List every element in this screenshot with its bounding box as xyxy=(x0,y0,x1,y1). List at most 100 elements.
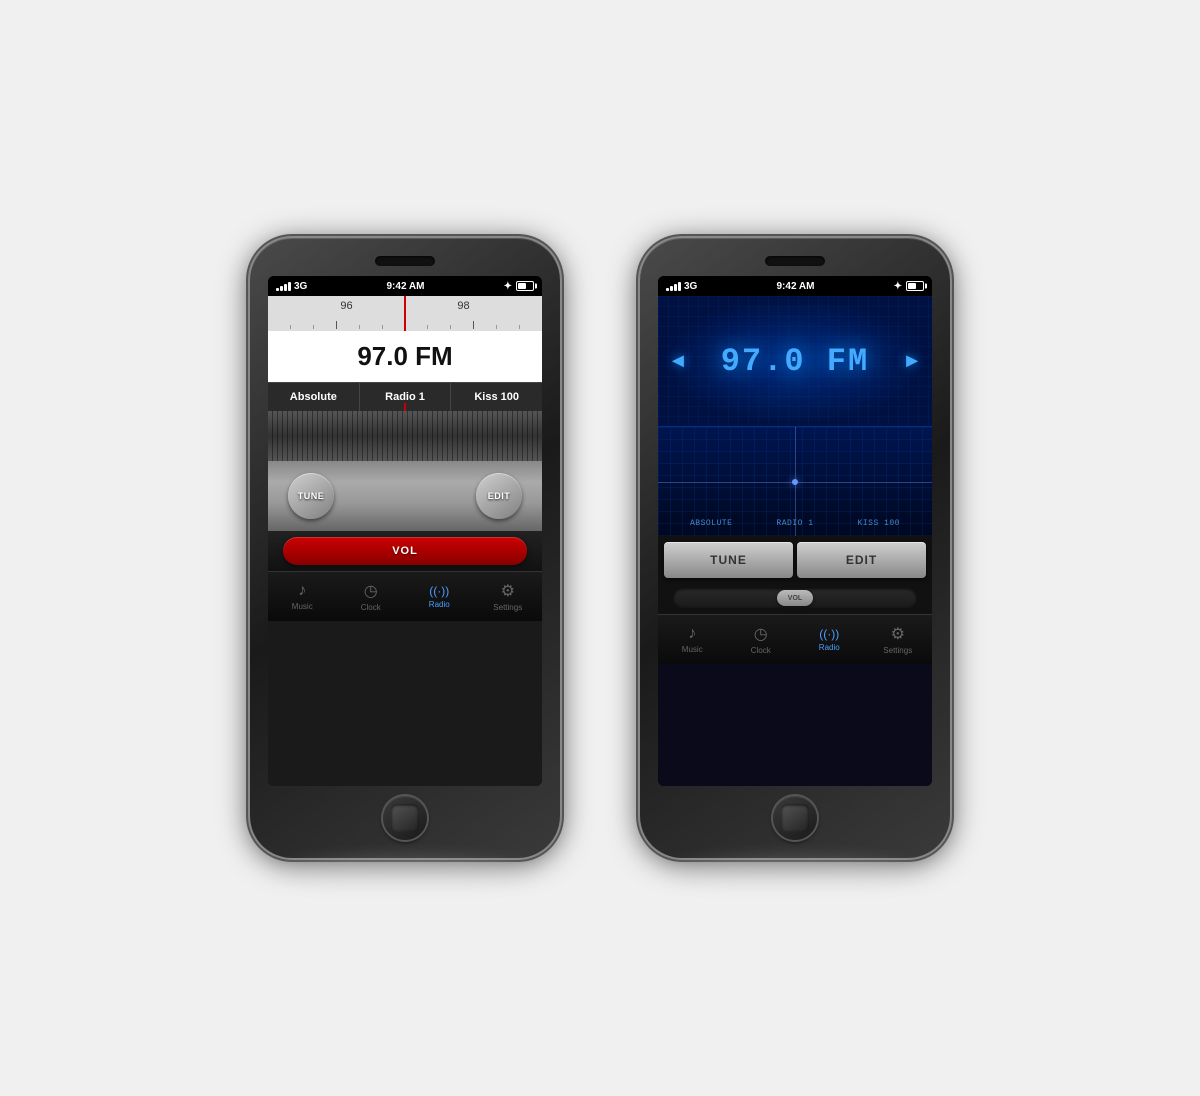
scale-num-96: 96 xyxy=(340,300,352,312)
home-button-inner-right xyxy=(781,804,809,832)
music-icon-left: ♪ xyxy=(298,582,306,600)
tab-music-left[interactable]: ♪ Music xyxy=(268,572,337,621)
app-content-right: ◄ 97.0 FM ► ABSOLUTE RADIO 1 KISS 100 xyxy=(658,296,932,786)
network-label: 3G xyxy=(294,281,307,292)
signal-bar-r2 xyxy=(670,286,673,291)
tuner-needle xyxy=(404,296,406,331)
tab-clock-right[interactable]: ◷ Clock xyxy=(727,615,796,664)
settings-icon-right: ⚙ xyxy=(891,624,905,644)
scale-num-98: 98 xyxy=(457,300,469,312)
vol-label: VOL xyxy=(392,545,418,557)
blue-preset-absolute[interactable]: ABSOLUTE xyxy=(690,519,732,528)
tab-settings-right[interactable]: ⚙ Settings xyxy=(864,615,933,664)
left-screen: 3G 9:42 AM ✦ 96 98 xyxy=(268,276,542,786)
music-label-left: Music xyxy=(292,602,313,611)
tick xyxy=(290,325,291,329)
radio-icon-right: ((·)) xyxy=(819,627,839,641)
home-button-inner-left xyxy=(391,804,419,832)
tick xyxy=(450,325,451,329)
time-display-right: 9:42 AM xyxy=(776,281,814,292)
clock-icon-right: ◷ xyxy=(754,624,768,644)
tick xyxy=(382,325,383,329)
settings-icon-left: ⚙ xyxy=(501,581,515,601)
battery-icon-right xyxy=(906,281,924,291)
signal-bar-r4 xyxy=(678,282,681,291)
edit-button[interactable]: EDIT xyxy=(476,473,522,519)
tune-button[interactable]: TUNE xyxy=(288,473,334,519)
right-iphone: 3G 9:42 AM ✦ ◄ 97.0 FM ► xyxy=(640,238,950,858)
battery-icon xyxy=(516,281,534,291)
tick xyxy=(519,325,520,329)
freq-arrow-left[interactable]: ◄ xyxy=(668,350,688,373)
vol-section: VOL xyxy=(268,531,542,571)
blue-presets-panel: ABSOLUTE RADIO 1 KISS 100 xyxy=(658,426,932,536)
tick xyxy=(473,321,474,329)
bluetooth-icon: ✦ xyxy=(504,281,512,292)
presets-bar: Absolute Radio 1 Kiss 100 xyxy=(268,382,542,411)
clock-label-left: Clock xyxy=(361,603,381,612)
signal-dot xyxy=(792,479,798,485)
preset-radio1[interactable]: Radio 1 xyxy=(360,383,452,411)
signal-bar-r1 xyxy=(666,288,669,291)
tab-bar-left: ♪ Music ◷ Clock ((·)) Radio ⚙ Settings xyxy=(268,571,542,621)
signal-bars-right xyxy=(666,281,681,291)
tab-settings-left[interactable]: ⚙ Settings xyxy=(474,572,543,621)
clock-icon-left: ◷ xyxy=(364,581,378,601)
tab-radio-right[interactable]: ((·)) Radio xyxy=(795,615,864,664)
signal-bar-4 xyxy=(288,282,291,291)
music-icon-right: ♪ xyxy=(688,625,696,643)
tab-radio-left[interactable]: ((·)) Radio xyxy=(405,572,474,621)
blue-frequency-display: ◄ 97.0 FM ► xyxy=(658,296,932,426)
status-right: ✦ xyxy=(504,281,534,292)
signal-bar-3 xyxy=(284,284,287,291)
clock-label-right: Clock xyxy=(751,646,771,655)
status-bar-right: 3G 9:42 AM ✦ xyxy=(658,276,932,296)
bluetooth-icon-right: ✦ xyxy=(894,281,902,292)
page-container: 3G 9:42 AM ✦ 96 98 xyxy=(210,198,990,898)
tick xyxy=(359,325,360,329)
blue-preset-radio1[interactable]: RADIO 1 xyxy=(776,519,813,528)
blue-freq-text: 97.0 FM xyxy=(721,343,869,380)
tab-bar-right: ♪ Music ◷ Clock ((·)) Radio ⚙ Settings xyxy=(658,614,932,664)
radio-icon-left: ((·)) xyxy=(429,584,449,598)
settings-label-right: Settings xyxy=(883,646,912,655)
signal-bar-r3 xyxy=(674,284,677,291)
frequency-scale: 96 98 xyxy=(268,296,542,331)
tick xyxy=(427,325,428,329)
signal-bar-2 xyxy=(280,286,283,291)
blue-vol-track[interactable]: VOL xyxy=(673,588,917,608)
blue-vol-section: VOL xyxy=(658,584,932,614)
left-iphone: 3G 9:42 AM ✦ 96 98 xyxy=(250,238,560,858)
radio-label-right: Radio xyxy=(819,643,840,652)
signal-bar-1 xyxy=(276,288,279,291)
right-screen: 3G 9:42 AM ✦ ◄ 97.0 FM ► xyxy=(658,276,932,786)
blue-vol-thumb[interactable]: VOL xyxy=(777,590,813,606)
home-button-right[interactable] xyxy=(773,796,817,840)
controls-row: TUNE EDIT xyxy=(268,461,542,531)
tick xyxy=(313,325,314,329)
home-button-left[interactable] xyxy=(383,796,427,840)
blue-vol-label: VOL xyxy=(788,595,802,602)
frequency-display: 97.0 FM xyxy=(268,331,542,382)
music-label-right: Music xyxy=(682,645,703,654)
battery-fill xyxy=(518,283,526,289)
earpiece xyxy=(375,256,435,266)
blue-edit-button[interactable]: EDIT xyxy=(797,542,926,578)
status-left: 3G xyxy=(276,281,307,292)
freq-arrow-right[interactable]: ► xyxy=(902,350,922,373)
tab-music-right[interactable]: ♪ Music xyxy=(658,615,727,664)
vol-track[interactable]: VOL xyxy=(283,537,527,565)
settings-label-left: Settings xyxy=(493,603,522,612)
battery-fill-right xyxy=(908,283,916,289)
status-right-right: ✦ xyxy=(894,281,924,292)
blue-preset-kiss100[interactable]: KISS 100 xyxy=(858,519,900,528)
grill-texture xyxy=(268,411,542,461)
preset-kiss100[interactable]: Kiss 100 xyxy=(451,383,542,411)
tick xyxy=(336,321,337,329)
speaker-grill xyxy=(268,411,542,461)
blue-tune-button[interactable]: TUNE xyxy=(664,542,793,578)
preset-absolute[interactable]: Absolute xyxy=(268,383,360,411)
radio-label-left: Radio xyxy=(429,600,450,609)
frequency-value: 97.0 FM xyxy=(357,341,452,371)
tab-clock-left[interactable]: ◷ Clock xyxy=(337,572,406,621)
